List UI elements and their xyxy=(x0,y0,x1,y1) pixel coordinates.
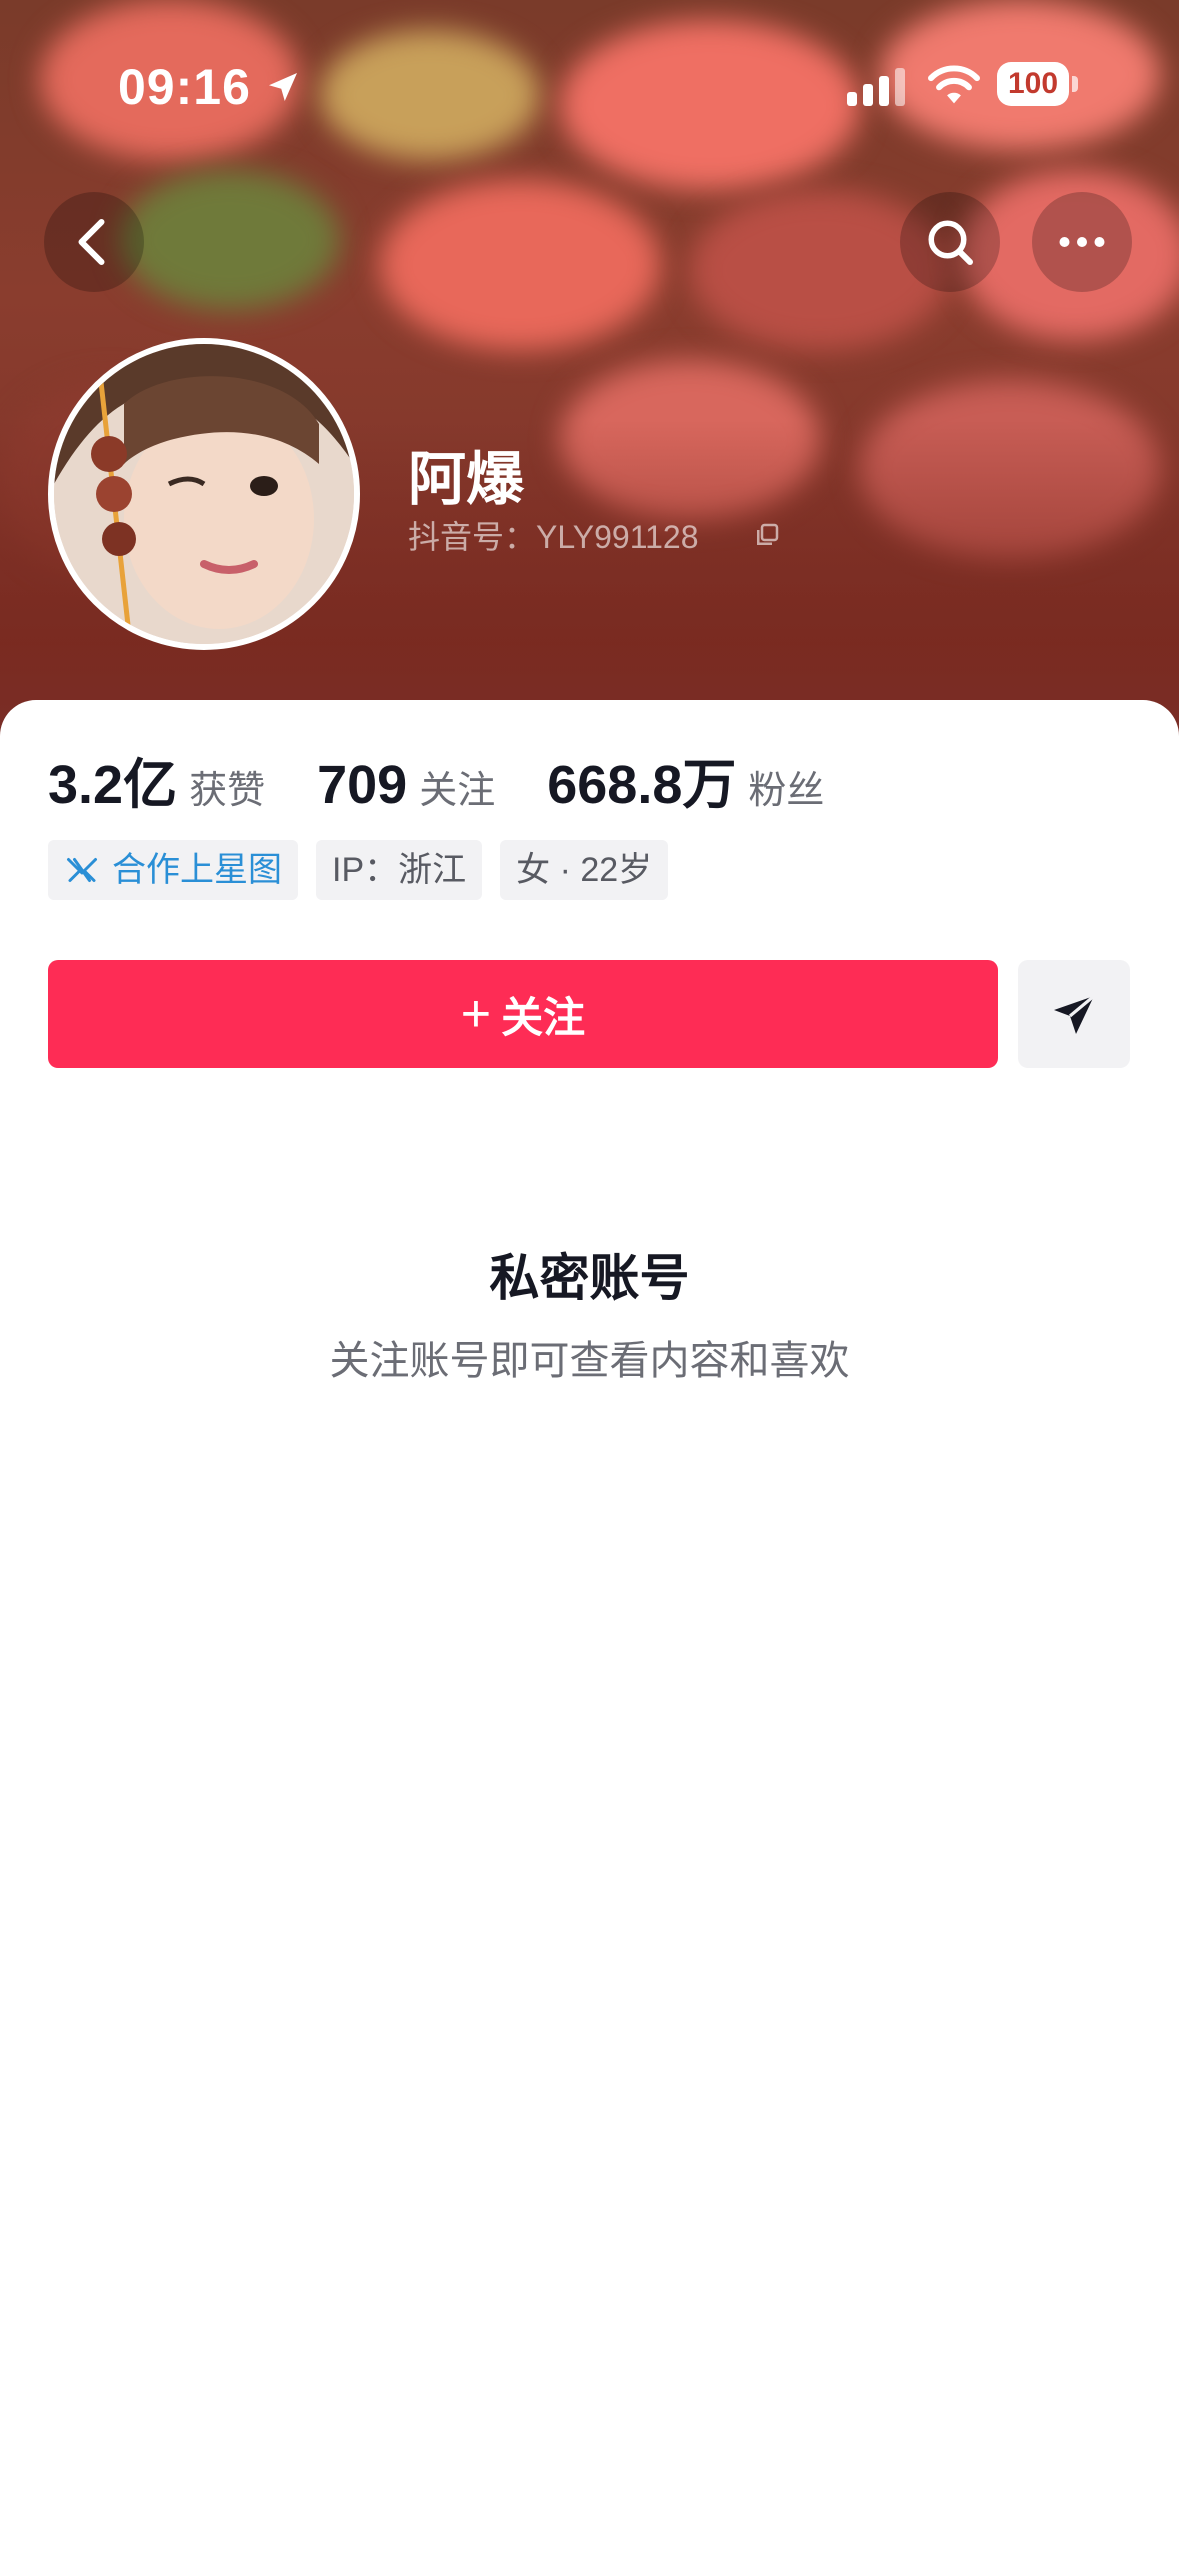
send-message-button[interactable] xyxy=(1018,960,1130,1068)
back-button[interactable] xyxy=(44,192,144,292)
nickname: 阿爆 xyxy=(408,447,525,512)
battery-cap xyxy=(1072,76,1078,92)
search-icon xyxy=(928,220,973,265)
star-map-tag[interactable]: 合作上星图 xyxy=(48,840,298,900)
wifi-icon xyxy=(928,65,980,104)
status-time: 09:16 xyxy=(118,59,251,115)
copy-icon[interactable] xyxy=(752,520,782,550)
chevron-left-icon xyxy=(78,219,105,265)
battery-level: 100 xyxy=(997,62,1069,106)
likes-label: 获赞 xyxy=(189,770,266,812)
followers-label: 粉丝 xyxy=(748,770,825,812)
avatar-photo xyxy=(54,344,354,644)
profile-card: 3.2亿 获赞 709 关注 668.8万 粉丝 合作上星图 IP：浙江 女 ·… xyxy=(0,700,1179,2556)
cellular-signal-icon xyxy=(847,68,905,106)
more-button[interactable] xyxy=(1032,192,1132,292)
banner-foliage xyxy=(120,170,340,310)
star-map-label: 合作上星图 xyxy=(112,851,282,889)
plus-icon: + xyxy=(460,985,492,1043)
ip-location-tag: IP：浙江 xyxy=(316,840,483,900)
ip-location-label: IP：浙江 xyxy=(332,851,467,889)
private-account-title: 私密账号 xyxy=(489,1250,690,1306)
battery-icon: 100 xyxy=(997,62,1078,108)
location-arrow-icon xyxy=(269,73,297,101)
following-count[interactable]: 709 xyxy=(317,754,407,816)
gender-age-label: 女 · 22岁 xyxy=(516,851,653,889)
profile-tags: 合作上星图 IP：浙江 女 · 22岁 xyxy=(48,840,669,900)
paper-plane-icon xyxy=(1054,994,1096,1034)
stats-row: 3.2亿 获赞 709 关注 668.8万 粉丝 xyxy=(48,740,876,815)
follow-button[interactable]: + 关注 xyxy=(48,960,998,1068)
banner-flower xyxy=(380,180,660,350)
private-account-desc: 关注账号即可查看内容和喜欢 xyxy=(329,1339,850,1383)
search-button[interactable] xyxy=(900,192,1000,292)
status-bar: 09:16 100 xyxy=(0,54,1179,115)
followers-count[interactable]: 668.8万 xyxy=(547,740,736,819)
following-label: 关注 xyxy=(419,770,496,812)
more-dots-icon xyxy=(1059,237,1105,247)
profile-banner: 09:16 100 阿爆 抖音号：YLY991128 xyxy=(0,0,1179,740)
gender-age-tag: 女 · 22岁 xyxy=(500,840,669,900)
follow-label: 关注 xyxy=(501,993,586,1041)
douyin-id: 抖音号：YLY991128 xyxy=(408,519,699,555)
likes-count[interactable]: 3.2亿 xyxy=(48,740,177,819)
star-map-icon xyxy=(67,858,97,882)
avatar[interactable] xyxy=(48,338,360,650)
